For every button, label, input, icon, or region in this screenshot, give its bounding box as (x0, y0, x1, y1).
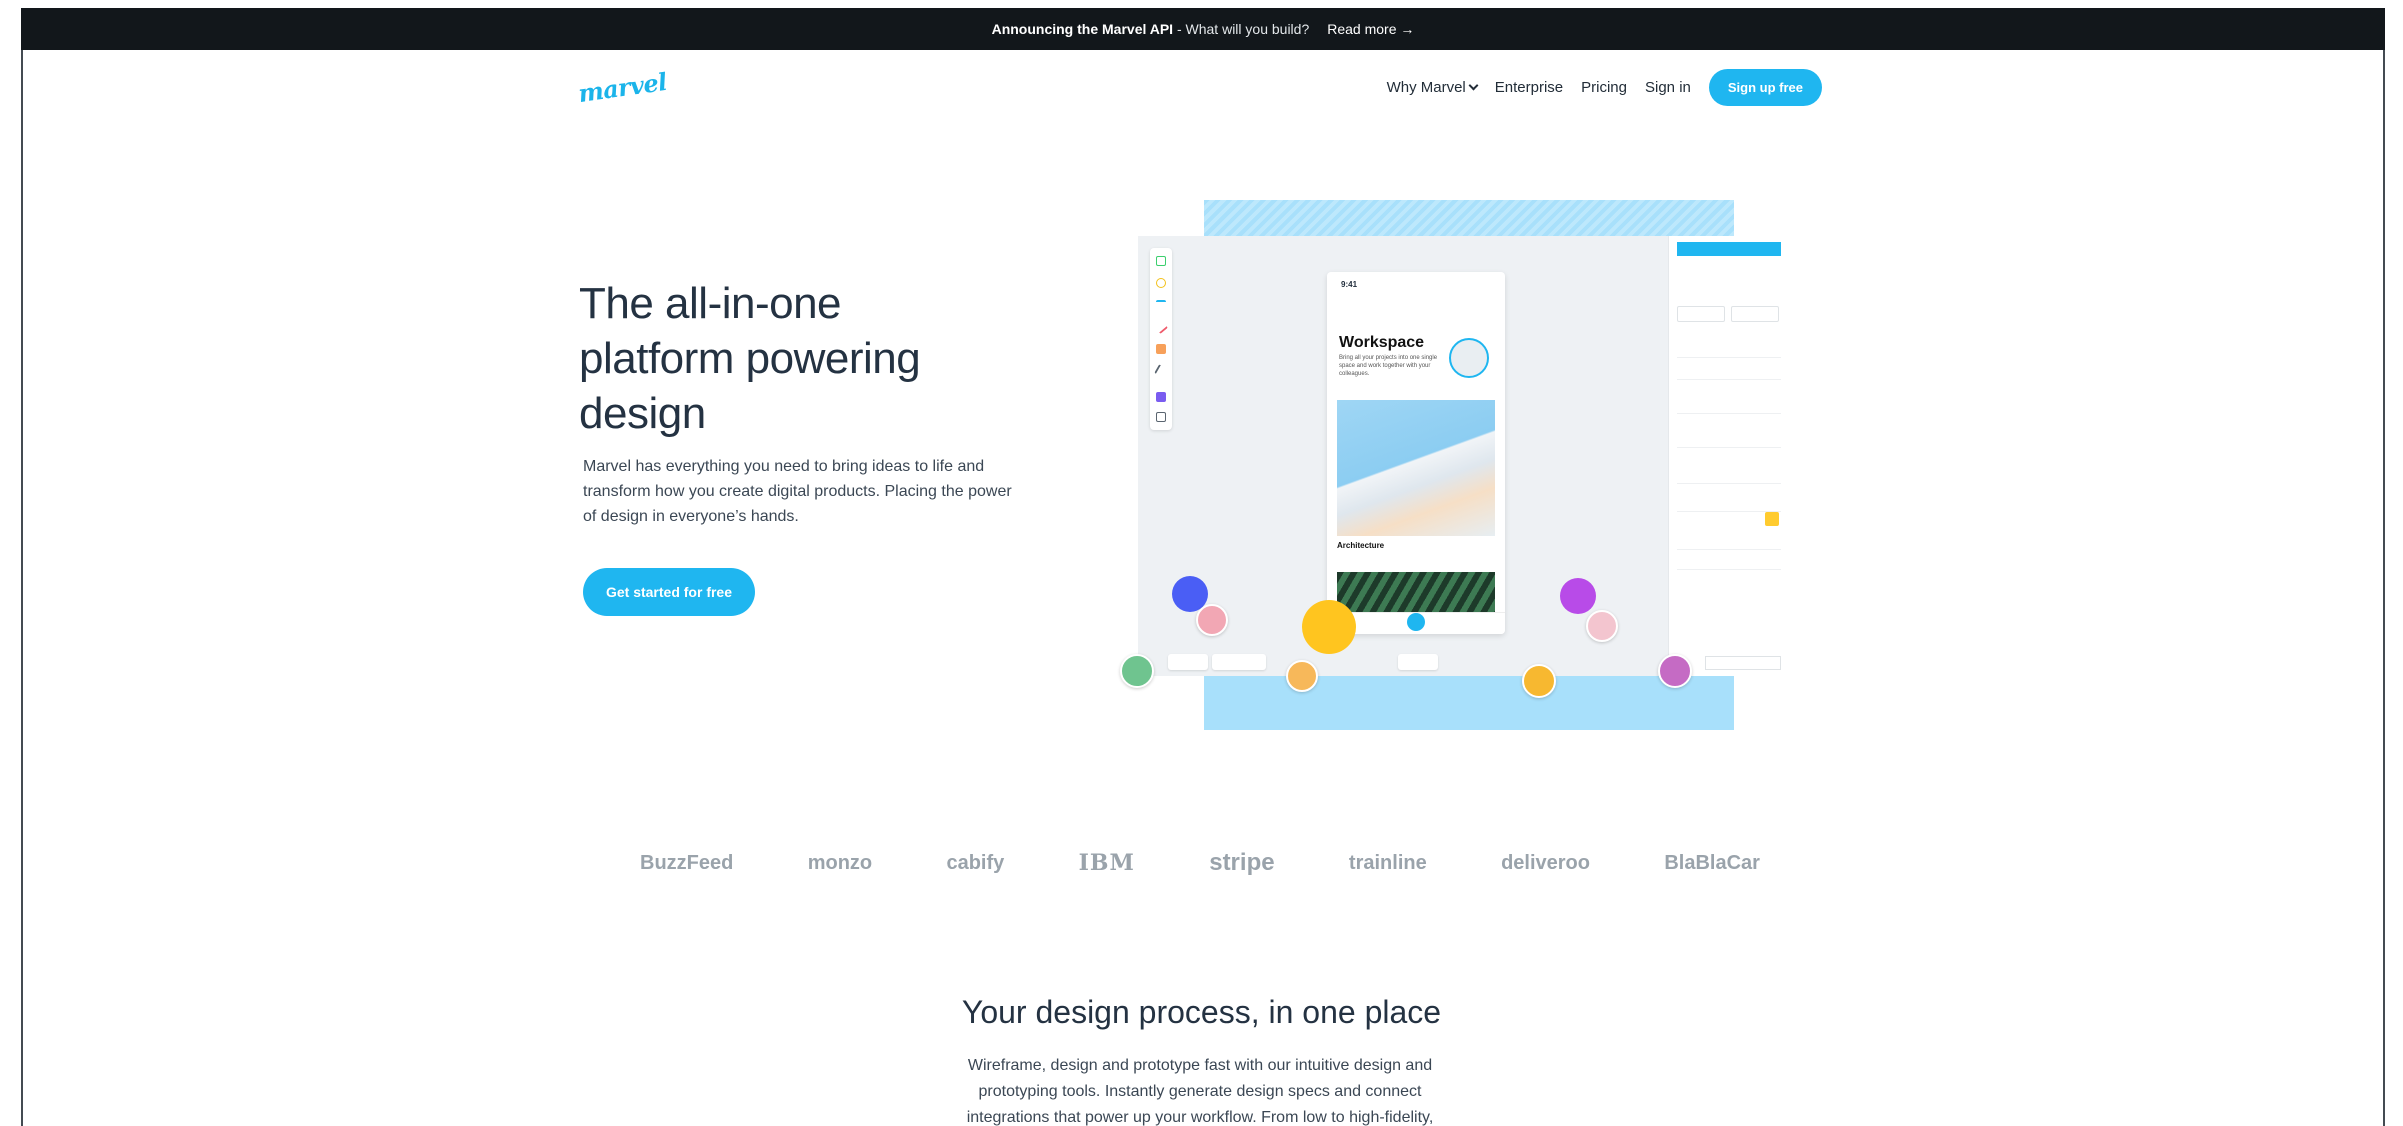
avatar (1449, 338, 1489, 378)
hero-description: Marvel has everything you need to bring … (583, 458, 1012, 525)
image-tool-icon (1156, 344, 1166, 354)
text-tool-icon (1156, 300, 1166, 310)
panel-row (1677, 500, 1781, 512)
workspace-title: Workspace (1339, 334, 1425, 351)
top-nav: marvel Why Marvel Enterprise Pricing Sig… (576, 64, 1822, 110)
panel-row (1677, 558, 1781, 570)
read-more-link[interactable]: Read more → (1327, 21, 1414, 37)
nav-pricing[interactable]: Pricing (1581, 79, 1627, 96)
hero-illustration: 9:41 Workspace Bring all your projects i… (1120, 198, 1800, 738)
fill-swatch (1765, 512, 1779, 526)
collaborator-avatar (1586, 610, 1618, 642)
get-started-button[interactable]: Get started for free (583, 568, 755, 616)
chat-bubble-icon (1560, 578, 1596, 614)
stripe-logo: stripe (1209, 849, 1275, 876)
zoom-control (1168, 654, 1208, 670)
undo-redo-control (1398, 654, 1438, 670)
trainline-logo: trainline (1348, 851, 1427, 874)
announcement-bar[interactable]: Announcing the Marvel API - What will yo… (21, 8, 2385, 50)
nav-enterprise[interactable]: Enterprise (1495, 79, 1563, 96)
collaborator-avatar (1196, 604, 1228, 636)
chat-bubble-icon (1302, 600, 1356, 654)
phone-time: 9:41 (1341, 280, 1358, 289)
deliveroo-logo: deliveroo (1501, 851, 1590, 874)
workspace-description: Bring all your projects into one single … (1339, 355, 1438, 377)
announcement-text: Announcing the Marvel API - What will yo… (992, 21, 1310, 37)
chevron-down-icon (1468, 80, 1479, 90)
pen-tool-icon (1154, 364, 1168, 378)
circle-tool-icon (1156, 278, 1166, 288)
leaves-image (1337, 572, 1495, 612)
nav-why-marvel-label: Why Marvel (1386, 78, 1466, 96)
line-tool-icon (1153, 319, 1169, 335)
zoom-level (1212, 654, 1266, 670)
components-icon (1156, 392, 1166, 402)
sign-up-button[interactable]: Sign up free (1708, 68, 1822, 106)
add-to-library-button (1705, 656, 1781, 670)
buzzfeed-logo: BuzzFeed (640, 851, 734, 874)
blablacar-logo: BlaBlaCar (1664, 851, 1760, 874)
collaborator-avatar (1120, 654, 1154, 688)
ibm-logo: IBM (1078, 850, 1135, 876)
actions-button (1677, 306, 1725, 322)
panel-row (1677, 436, 1781, 448)
illustration-stripe (1204, 200, 1734, 236)
announcement-bold: Announcing the Marvel API (991, 21, 1174, 37)
editor-toolbar (1150, 248, 1172, 430)
inspector-panel (1668, 236, 1786, 676)
panel-row (1677, 538, 1781, 550)
phone-mockup: 9:41 Workspace Bring all your projects i… (1327, 272, 1505, 634)
rectangle-tool-icon (1156, 256, 1166, 266)
hero-title: The all-in-one platform powering design (579, 279, 921, 438)
cabify-logo: cabify (946, 851, 1005, 874)
section-description: Wireframe, design and prototype fast wit… (966, 1057, 1434, 1126)
marvel-logo[interactable]: marvel (576, 66, 668, 107)
panel-row (1677, 346, 1781, 358)
layers-icon (1156, 412, 1166, 422)
card-title: Architecture (1337, 541, 1385, 550)
plus-icon (1407, 613, 1425, 631)
close-button (1677, 242, 1781, 256)
nav-sign-in[interactable]: Sign in (1645, 79, 1691, 96)
announcement-rest: - What will you build? (1176, 21, 1310, 37)
panel-row (1677, 402, 1781, 414)
architecture-image (1337, 400, 1495, 536)
panel-row (1677, 472, 1781, 484)
collaborator-avatar (1286, 660, 1318, 692)
collaborator-avatar (1658, 654, 1692, 688)
customer-logos: BuzzFeed monzo cabify IBM stripe trainli… (640, 843, 1760, 883)
section-title: Your design process, in one place (961, 994, 1442, 1030)
nav-links: Why Marvel Enterprise Pricing Sign in Si… (1386, 68, 1822, 106)
nav-why-marvel[interactable]: Why Marvel (1386, 78, 1479, 96)
monzo-logo: monzo (807, 851, 873, 874)
panel-row (1677, 368, 1781, 380)
align-button (1731, 306, 1779, 322)
collaborator-avatar (1522, 664, 1556, 698)
